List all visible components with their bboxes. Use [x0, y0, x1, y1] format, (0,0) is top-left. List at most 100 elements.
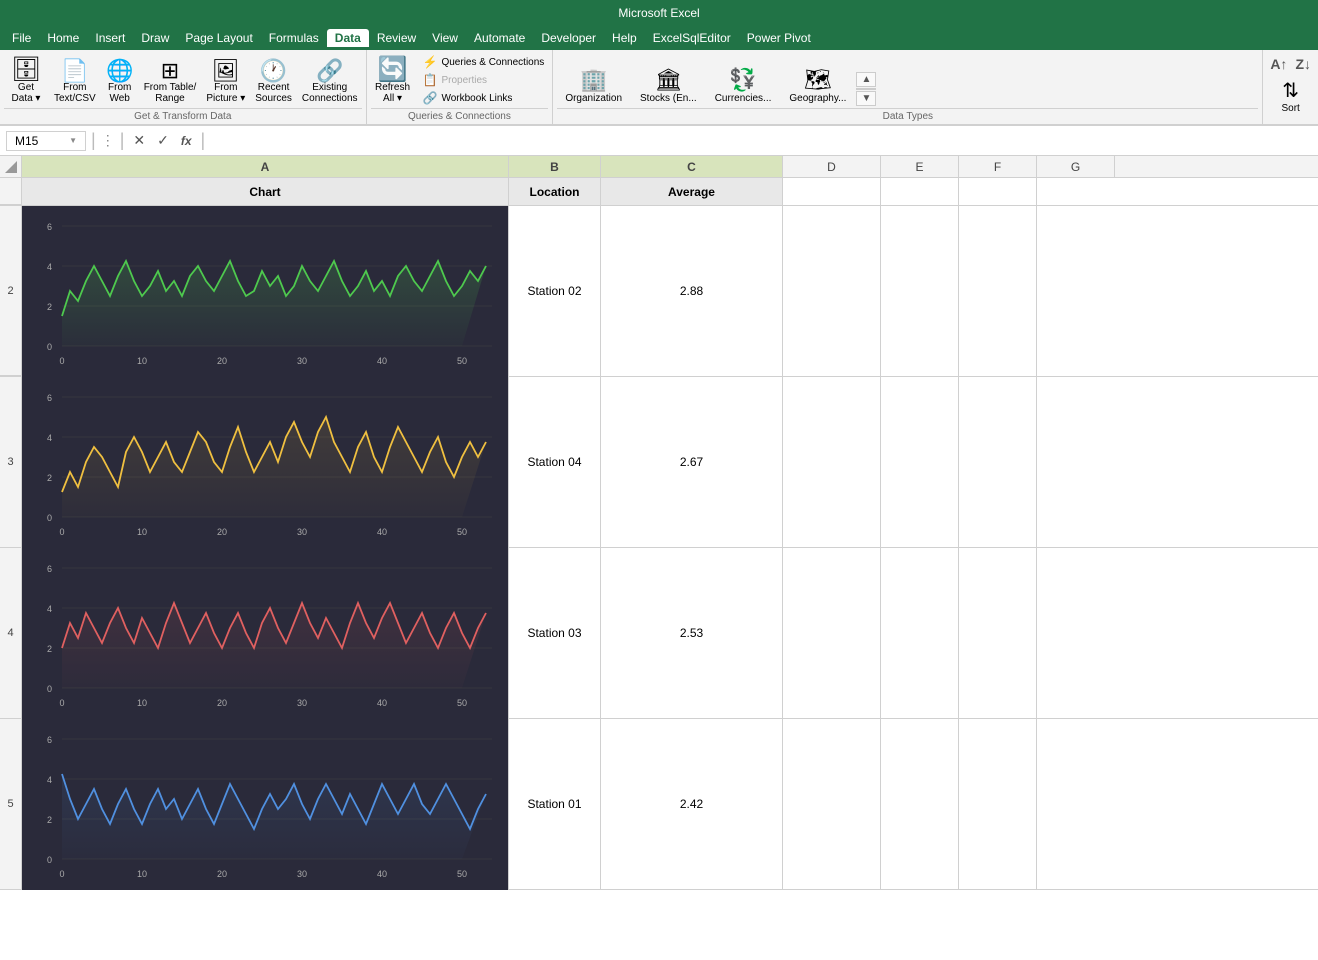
svg-text:50: 50 [457, 698, 467, 708]
menu-item-powerpivot[interactable]: Power Pivot [739, 29, 819, 47]
cell-b4[interactable]: Station 03 [509, 548, 601, 718]
cell-e1[interactable] [881, 178, 959, 205]
cell-g4[interactable] [1037, 548, 1115, 718]
col-header-f[interactable]: F [959, 156, 1037, 177]
existing-connections-button[interactable]: 🔗 ExistingConnections [298, 58, 362, 106]
menu-item-data[interactable]: Data [327, 29, 369, 47]
cell-f5[interactable] [959, 719, 1037, 889]
corner-cell [0, 156, 22, 177]
workbook-links-button[interactable]: 🔗 Workbook Links [419, 90, 549, 106]
row-header-2[interactable]: 2 [0, 206, 22, 376]
cell-g3[interactable] [1037, 377, 1115, 547]
formula-fx-button[interactable]: fx [177, 134, 196, 148]
col-header-b[interactable]: B [509, 156, 601, 177]
row-header-4[interactable]: 4 [0, 548, 22, 718]
svg-text:2: 2 [47, 302, 52, 312]
recent-sources-button[interactable]: 🕐 RecentSources [251, 58, 296, 106]
from-picture-button[interactable]: 🖼 FromPicture ▾ [202, 58, 249, 106]
formula-cancel-button[interactable]: ✕ [129, 132, 149, 149]
cell-c1[interactable]: Average [601, 178, 783, 205]
svg-text:50: 50 [457, 356, 467, 366]
menu-item-excelsqleditor[interactable]: ExcelSqlEditor [645, 29, 739, 47]
cell-a2-chart: 6 4 2 0 0 10 20 30 40 50 [22, 206, 509, 377]
cell-b2-value: Station 02 [527, 284, 581, 298]
cell-c5[interactable]: 2.42 [601, 719, 783, 889]
menu-item-draw[interactable]: Draw [133, 29, 177, 47]
queries-connections-icon: ⚡ [423, 55, 438, 69]
refresh-all-button[interactable]: 🔄 RefreshAll ▾ [371, 56, 415, 106]
menu-item-file[interactable]: File [4, 29, 39, 47]
cell-c3[interactable]: 2.67 [601, 377, 783, 547]
menu-item-developer[interactable]: Developer [533, 29, 604, 47]
formula-input[interactable] [210, 134, 1312, 148]
cell-c4[interactable]: 2.53 [601, 548, 783, 718]
grid-row-4: 4 6 4 2 0 0 10 20 30 40 50 [0, 548, 1318, 719]
svg-text:6: 6 [47, 564, 52, 574]
col-header-a[interactable]: A [22, 156, 509, 177]
sort-button[interactable]: ⇅ Sort [1269, 76, 1313, 116]
cell-b5[interactable]: Station 01 [509, 719, 601, 889]
cell-d2[interactable] [783, 206, 881, 376]
ribbon: 🗄 GetData ▾ 📄 FromText/CSV 🌐 FromWeb ⊞ F… [0, 50, 1318, 126]
cell-f4[interactable] [959, 548, 1037, 718]
col-header-g[interactable]: G [1037, 156, 1115, 177]
row-header-3[interactable]: 3 [0, 377, 22, 547]
get-data-button[interactable]: 🗄 GetData ▾ [4, 56, 48, 106]
organization-button[interactable]: 🏢 Organization [557, 65, 630, 106]
cell-a1[interactable]: Chart [22, 178, 509, 205]
queries-group-label: Queries & Connections [371, 108, 549, 122]
col-header-d[interactable]: D [783, 156, 881, 177]
row-header-5[interactable]: 5 [0, 719, 22, 889]
from-picture-icon: 🖼 [212, 60, 240, 82]
col-header-e[interactable]: E [881, 156, 959, 177]
cell-c2[interactable]: 2.88 [601, 206, 783, 376]
col-header-c[interactable]: C [601, 156, 783, 177]
cell-f1[interactable] [959, 178, 1037, 205]
cell-g5[interactable] [1037, 719, 1115, 889]
cell-e2[interactable] [881, 206, 959, 376]
from-text-csv-button[interactable]: 📄 FromText/CSV [50, 58, 100, 106]
geography-button[interactable]: 🗺 Geography... [781, 65, 854, 106]
cell-e5[interactable] [881, 719, 959, 889]
sort-az-button[interactable]: A↑ [1267, 54, 1290, 74]
cell-f2[interactable] [959, 206, 1037, 376]
menu-item-view[interactable]: View [424, 29, 466, 47]
menu-item-review[interactable]: Review [369, 29, 424, 47]
cell-d5[interactable] [783, 719, 881, 889]
currencies-button[interactable]: 💱 Currencies... [707, 65, 780, 106]
cell-e4[interactable] [881, 548, 959, 718]
queries-connections-button[interactable]: ⚡ Queries & Connections [419, 54, 549, 70]
cell-g1[interactable] [1037, 178, 1115, 205]
menu-item-automate[interactable]: Automate [466, 29, 533, 47]
from-table-range-button[interactable]: ⊞ From Table/Range [140, 58, 201, 106]
menu-item-help[interactable]: Help [604, 29, 645, 47]
cell-c4-value: 2.53 [680, 626, 703, 640]
row-header-1[interactable] [0, 178, 22, 205]
menu-item-formulas[interactable]: Formulas [261, 29, 327, 47]
cell-b1[interactable]: Location [509, 178, 601, 205]
menu-item-pagelayout[interactable]: Page Layout [177, 29, 260, 47]
cell-reference-box[interactable]: M15 ▼ [6, 131, 86, 151]
svg-text:6: 6 [47, 735, 52, 745]
sort-label: Sort [1281, 103, 1299, 114]
properties-button[interactable]: 📋 Properties [419, 72, 549, 88]
cell-d3[interactable] [783, 377, 881, 547]
sort-za-button[interactable]: Z↓ [1292, 54, 1314, 74]
cell-d1[interactable] [783, 178, 881, 205]
data-types-scroll-down[interactable]: ▼ [856, 91, 876, 106]
svg-text:4: 4 [47, 775, 52, 785]
cell-b5-value: Station 01 [527, 797, 581, 811]
cell-f3[interactable] [959, 377, 1037, 547]
cell-b2[interactable]: Station 02 [509, 206, 601, 376]
from-text-csv-label: FromText/CSV [54, 82, 96, 104]
from-web-button[interactable]: 🌐 FromWeb [102, 58, 138, 106]
menu-item-insert[interactable]: Insert [87, 29, 133, 47]
cell-g2[interactable] [1037, 206, 1115, 376]
cell-b3[interactable]: Station 04 [509, 377, 601, 547]
cell-e3[interactable] [881, 377, 959, 547]
data-types-scroll-up[interactable]: ▲ [856, 72, 876, 87]
menu-item-home[interactable]: Home [39, 29, 87, 47]
formula-confirm-button[interactable]: ✓ [153, 132, 173, 149]
cell-d4[interactable] [783, 548, 881, 718]
stocks-button[interactable]: 🏛 Stocks (En... [632, 65, 705, 106]
